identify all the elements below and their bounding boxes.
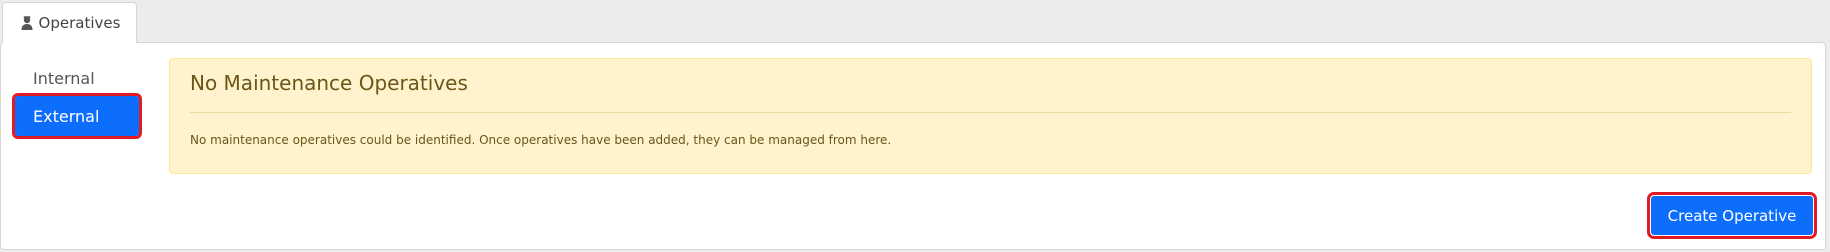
tab-operatives[interactable]: Operatives — [2, 2, 137, 43]
empty-state-alert: No Maintenance Operatives No maintenance… — [169, 58, 1812, 174]
alert-message: No maintenance operatives could be ident… — [190, 133, 892, 147]
create-operative-button[interactable]: Create Operative — [1647, 192, 1817, 239]
nav-item-external[interactable]: External — [12, 93, 142, 139]
nav-item-label: Internal — [33, 68, 95, 88]
user-icon — [19, 15, 35, 31]
nav-item-label: External — [33, 106, 100, 126]
alert-divider — [190, 112, 1791, 113]
alert-heading: No Maintenance Operatives — [190, 71, 468, 95]
tab-label: Operatives — [38, 14, 121, 32]
nav-item-internal[interactable]: Internal — [15, 58, 141, 98]
operatives-panel: Internal External No Maintenance Operati… — [0, 42, 1826, 250]
